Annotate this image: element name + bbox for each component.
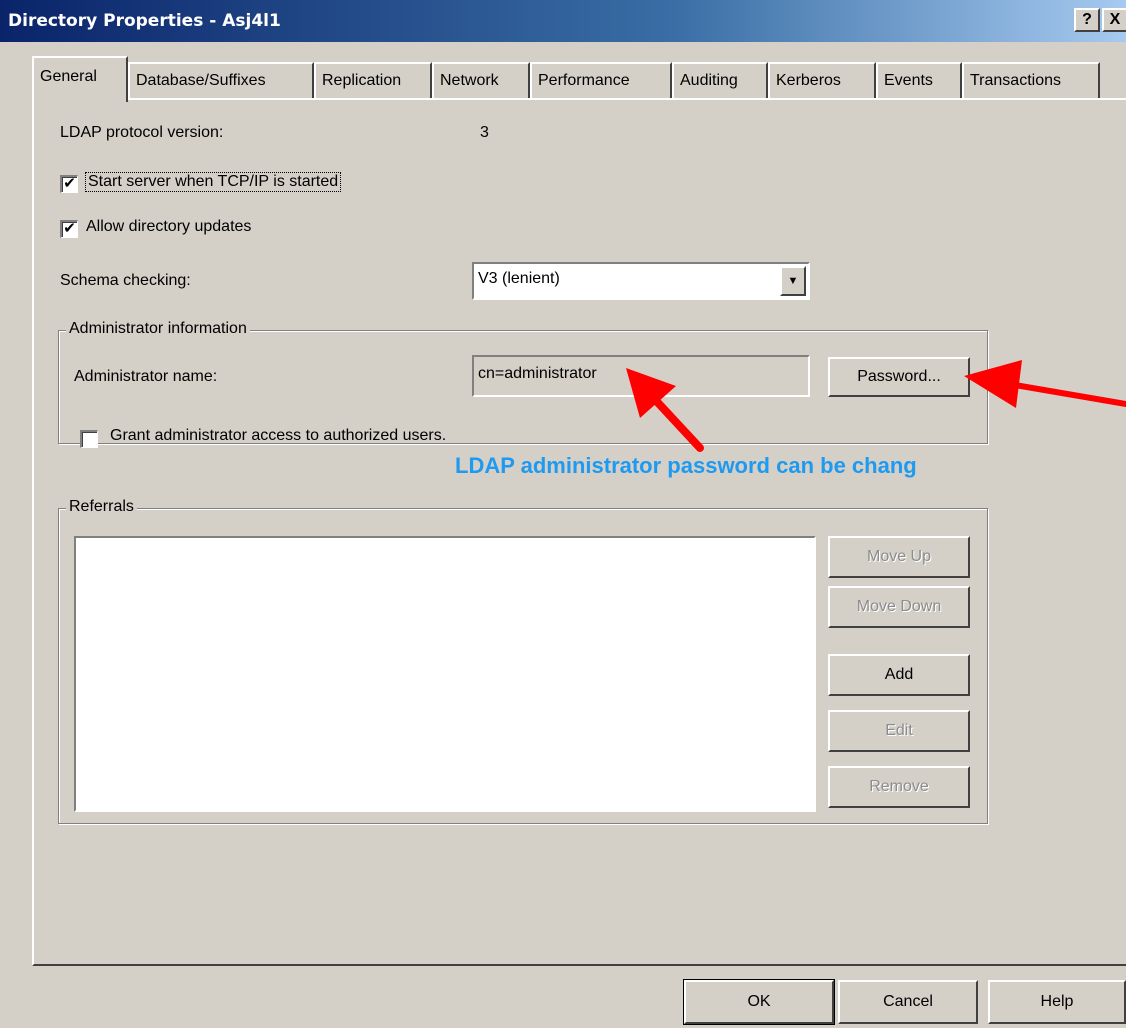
tab-replication[interactable]: Replication (314, 62, 432, 100)
tab-general[interactable]: General (32, 56, 128, 102)
tab-transactions[interactable]: Transactions (962, 62, 1100, 100)
tab-label: Transactions (970, 72, 1061, 89)
move-up-button[interactable]: Move Up (828, 536, 970, 578)
chevron-down-icon[interactable]: ▼ (780, 266, 806, 296)
cancel-button[interactable]: Cancel (838, 980, 978, 1024)
tab-label: Events (884, 72, 933, 89)
allow-updates-checkbox[interactable]: ✔ (60, 220, 78, 238)
title-bar[interactable]: Directory Properties - Asj4l1 ? X (0, 0, 1126, 42)
close-icon[interactable]: X (1102, 8, 1126, 32)
ok-button[interactable]: OK (683, 979, 835, 1025)
password-button[interactable]: Password... (828, 357, 970, 397)
administrator-name-value: cn=administrator (478, 365, 597, 382)
grant-access-checkbox[interactable] (80, 430, 98, 448)
referrals-list[interactable] (74, 536, 816, 812)
move-down-button[interactable]: Move Down (828, 586, 970, 628)
tab-label: Kerberos (776, 72, 841, 89)
tab-database-suffixes[interactable]: Database/Suffixes (128, 62, 314, 100)
annotation-text: LDAP administrator password can be chang (455, 453, 917, 478)
edit-button[interactable]: Edit (828, 710, 970, 752)
tab-kerberos[interactable]: Kerberos (768, 62, 876, 100)
tab-auditing[interactable]: Auditing (672, 62, 768, 100)
tab-label: Replication (322, 72, 402, 89)
tab-label: Performance (538, 72, 630, 89)
help-button[interactable]: Help (988, 980, 1126, 1024)
tab-performance[interactable]: Performance (530, 62, 672, 100)
ldap-version-label: LDAP protocol version: (60, 124, 224, 141)
ldap-version-value: 3 (480, 124, 489, 141)
start-server-label[interactable]: Start server when TCP/IP is started (84, 172, 342, 192)
referrals-group-label: Referrals (66, 498, 137, 516)
start-server-checkbox[interactable]: ✔ (60, 175, 78, 193)
tab-label: General (40, 68, 97, 85)
tab-label: Network (440, 72, 499, 89)
tab-events[interactable]: Events (876, 62, 962, 100)
remove-button[interactable]: Remove (828, 766, 970, 808)
window-title: Directory Properties - Asj4l1 (8, 11, 281, 31)
tab-network[interactable]: Network (432, 62, 530, 100)
allow-updates-label[interactable]: Allow directory updates (86, 218, 251, 236)
administrator-name-field[interactable]: cn=administrator (472, 355, 810, 397)
schema-checking-value: V3 (lenient) (478, 270, 560, 287)
add-button[interactable]: Add (828, 654, 970, 696)
administrator-name-label: Administrator name: (74, 368, 218, 385)
tab-label: Auditing (680, 72, 738, 89)
help-title-button[interactable]: ? (1074, 8, 1100, 32)
schema-checking-label: Schema checking: (60, 272, 191, 289)
tab-label: Database/Suffixes (136, 72, 266, 89)
administrator-group-label: Administrator information (66, 320, 250, 338)
schema-checking-select[interactable]: V3 (lenient) ▼ (472, 262, 810, 300)
grant-access-label[interactable]: Grant administrator access to authorized… (110, 427, 446, 445)
